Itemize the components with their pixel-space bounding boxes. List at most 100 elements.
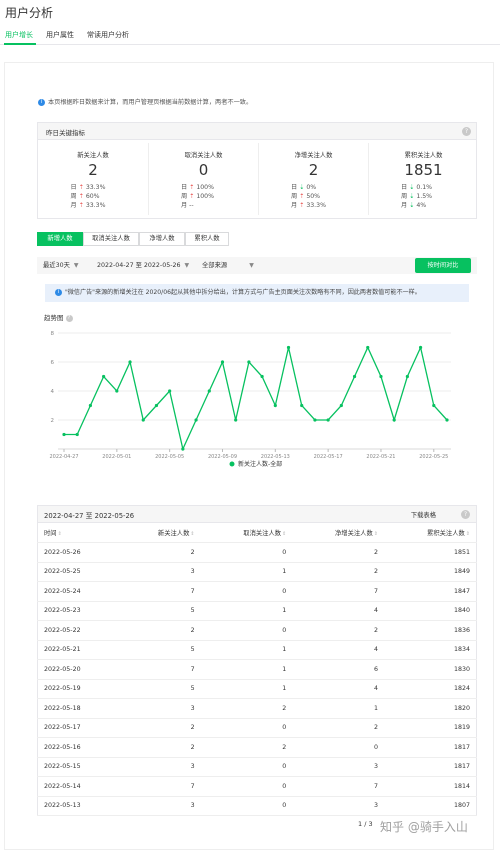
tab-frequent-readers[interactable]: 常读用户分析: [87, 30, 129, 40]
column-header-label: 新关注人数: [157, 530, 190, 537]
column-header-label: 净增关注人数: [334, 530, 373, 537]
table-cell: 6: [292, 659, 384, 680]
table-cell: 1814: [383, 776, 477, 797]
x-tick-label: 2022-05-13: [261, 454, 290, 460]
table-cell: 2022-05-17: [37, 718, 120, 738]
tab-user-attributes[interactable]: 用户属性: [46, 30, 74, 40]
sort-icon[interactable]: ⇕: [58, 531, 62, 537]
compare-by-time-button[interactable]: 按时间对比: [415, 258, 471, 273]
table-cell: 0: [200, 542, 293, 563]
table-row: 2022-05-23 5 1 4 1840: [37, 601, 477, 621]
table-row: 2022-05-22 2 0 2 1836: [37, 620, 477, 641]
trend-arrow-icon: ⇣: [299, 184, 305, 191]
comparison-row: 周 ⇡ 50%: [291, 192, 336, 201]
segment-cumulative[interactable]: 累积人数: [185, 232, 229, 246]
range-select[interactable]: 最近30天 ▼: [43, 260, 79, 269]
table-row: 2022-05-18 3 2 1 1820: [37, 698, 477, 719]
table-row: 2022-05-15 3 0 3 1817: [37, 757, 477, 777]
table-cell: 4: [292, 640, 384, 660]
metric-comparisons: 日 ⇡ 100% 周 ⇡ 100% 月 --: [181, 183, 226, 210]
period-label: 日: [181, 184, 188, 191]
column-header[interactable]: 时间⇕: [37, 523, 120, 543]
segment-new[interactable]: 新增人数: [37, 232, 83, 246]
change-percent: 0.1%: [416, 184, 433, 191]
column-header-label: 时间: [44, 530, 57, 537]
table-cell: 7: [119, 659, 201, 680]
trend-arrow-icon: ⇡: [78, 184, 84, 191]
change-percent: 60%: [85, 193, 100, 200]
comparison-row: 月 ⇡ 33.3%: [71, 201, 116, 210]
source-select-label: 全部来源: [202, 262, 228, 269]
segment-net[interactable]: 净增人数: [139, 232, 185, 246]
table-cell: 1817: [383, 737, 477, 758]
table-row: 2022-05-13 3 0 3 1807: [37, 796, 477, 816]
table-cell: 7: [292, 776, 384, 797]
table-header-bar: 2022-04-27 至 2022-05-26 下载表格 ?: [37, 505, 477, 523]
data-point: [194, 418, 198, 422]
column-header[interactable]: 新关注人数⇕: [119, 523, 201, 543]
table-cell: 1836: [383, 620, 477, 641]
comparison-row: 月 --: [181, 201, 226, 210]
legend-marker: [229, 461, 235, 467]
table-cell: 4: [292, 601, 384, 621]
table-cell: 1830: [383, 659, 477, 680]
column-header[interactable]: 取消关注人数⇕: [200, 523, 293, 543]
help-icon[interactable]: ?: [462, 127, 471, 136]
help-icon[interactable]: ?: [461, 510, 470, 519]
table-cell: 1847: [383, 581, 477, 602]
period-label: 周: [291, 193, 298, 200]
table-cell: 2: [292, 562, 384, 582]
table-cell: 7: [119, 581, 201, 602]
data-point: [207, 389, 211, 393]
table-cell: 7: [119, 776, 201, 797]
table-cell: 3: [119, 757, 201, 777]
sort-icon[interactable]: ⇕: [282, 531, 286, 537]
data-point: [181, 447, 185, 451]
date-range-label: 2022-04-27 至 2022-05-26: [97, 262, 181, 269]
trend-arrow-icon: ⇡: [189, 193, 195, 200]
data-point: [418, 345, 423, 350]
key-metrics-title: 昨日关键指标: [46, 129, 85, 137]
column-header[interactable]: 累积关注人数⇕: [383, 523, 477, 543]
data-point: [392, 418, 396, 422]
dropdown-arrow-icon: ▼: [184, 262, 190, 269]
pagination[interactable]: 1 / 3: [358, 820, 373, 828]
table-cell: 2022-05-22: [37, 620, 120, 641]
table-cell: 4: [292, 679, 384, 699]
data-point: [220, 360, 225, 364]
data-point: [273, 403, 277, 408]
period-label: 月: [70, 202, 77, 209]
data-point: [102, 374, 106, 379]
sort-icon[interactable]: ⇕: [374, 531, 378, 537]
sort-icon[interactable]: ⇕: [466, 531, 470, 537]
data-table: 时间⇕ 新关注人数⇕ 取消关注人数⇕ 净增关注人数⇕ 累积关注人数⇕ 2022-05-2…: [37, 523, 477, 816]
sort-icon[interactable]: ⇕: [190, 531, 194, 537]
segment-unfollow[interactable]: 取消关注人数: [83, 232, 139, 246]
metric-comparisons: 日 ⇣ 0.1% 周 ⇣ 1.5% 月 ⇣ 4%: [401, 183, 446, 210]
comparison-row: 月 ⇣ 4%: [401, 201, 446, 210]
source-select[interactable]: 全部来源 ▼: [202, 260, 254, 269]
dropdown-arrow-icon: ▼: [249, 262, 254, 269]
tab-user-growth[interactable]: 用户增长: [5, 30, 33, 40]
info-bar: i "微信广告"来源的新增关注在 2020/06起从其他中拆分给出，计算方式与广告…: [45, 284, 469, 302]
change-percent: 33.3%: [85, 184, 106, 191]
table-cell: 2: [119, 718, 201, 738]
metric-comparisons: 日 ⇣ 0% 周 ⇡ 50% 月 ⇡ 33.3%: [291, 183, 336, 210]
trend-title: 趋势图?: [44, 312, 73, 322]
table-cell: 1851: [383, 542, 477, 563]
column-header[interactable]: 净增关注人数⇕: [292, 523, 384, 543]
table-cell: 0: [200, 796, 293, 816]
download-table-link[interactable]: 下载表格: [411, 510, 436, 519]
date-range-picker[interactable]: 2022-04-27 至 2022-05-26 ▼: [97, 260, 189, 269]
x-tick-label: 2022-05-09: [208, 454, 237, 460]
help-icon[interactable]: ?: [65, 314, 73, 322]
table-cell: 3: [119, 796, 201, 816]
comparison-row: 月 ⇡ 33.3%: [291, 201, 336, 210]
table-row: 2022-05-20 7 1 6 1830: [37, 659, 477, 680]
key-metrics-panel: 昨日关键指标 ? 新关注人数 2 日 ⇡ 33.3% 周 ⇡ 60% 月 ⇡ 33.3%…: [37, 122, 477, 219]
metric-card: 净增关注人数 2 日 ⇣ 0% 周 ⇡ 50% 月 ⇡ 33.3%: [258, 143, 368, 215]
metric-label: 取消关注人数: [184, 152, 223, 159]
table-cell: 3: [292, 757, 384, 777]
trend-arrow-icon: ⇡: [189, 184, 195, 191]
table-cell: 0: [200, 581, 293, 602]
